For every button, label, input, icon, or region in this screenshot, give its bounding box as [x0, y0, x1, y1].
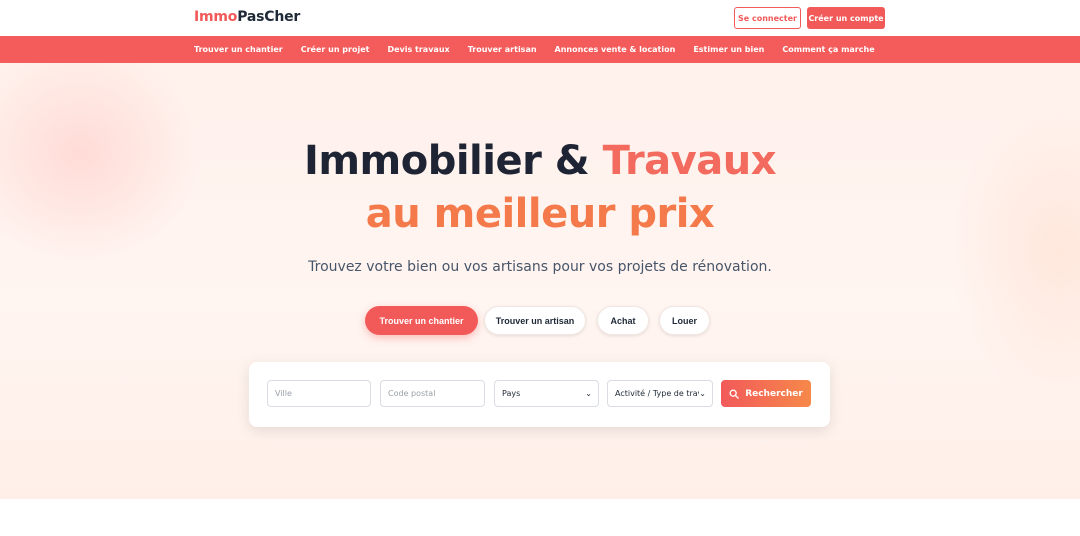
page-below-hero: [0, 499, 1080, 536]
tab-trouver-artisan[interactable]: Trouver un artisan: [484, 306, 586, 335]
nav-item-estimer-bien[interactable]: Estimer un bien: [693, 45, 764, 54]
nav-item-annonces[interactable]: Annonces vente & location: [555, 45, 676, 54]
tab-trouver-chantier[interactable]: Trouver un chantier: [365, 306, 478, 335]
main-nav: Trouver un chantier Créer un projet Devi…: [0, 36, 1080, 63]
hero-title-accent: Travaux: [602, 138, 777, 184]
city-input[interactable]: Ville: [267, 380, 371, 407]
activity-select[interactable]: Activité / Type de travaux ⌄: [607, 380, 713, 407]
logo[interactable]: ImmoPasCher: [194, 9, 300, 25]
hero-title-main: Immobilier &: [303, 138, 603, 184]
nav-item-creer-projet[interactable]: Créer un projet: [301, 45, 370, 54]
country-select[interactable]: Pays ⌄: [494, 380, 599, 407]
chevron-down-icon: ⌄: [585, 389, 592, 398]
search-button-label: Rechercher: [745, 388, 803, 399]
activity-select-value: Activité / Type de travaux: [615, 389, 699, 398]
logo-part-immo: Immo: [194, 9, 238, 25]
login-button[interactable]: Se connecter: [734, 7, 801, 29]
hero-subtitle: Trouvez votre bien ou vos artisans pour …: [308, 259, 772, 275]
country-select-value: Pays: [502, 389, 521, 398]
nav-item-trouver-chantier[interactable]: Trouver un chantier: [194, 45, 283, 54]
search-card: Ville Code postal Pays ⌄ Activité / Type…: [249, 362, 830, 427]
search-button[interactable]: Rechercher: [721, 380, 811, 407]
hero-title: Immobilier & Travaux: [0, 138, 1080, 184]
chevron-down-icon: ⌄: [699, 389, 706, 398]
nav-item-comment-ca-marche[interactable]: Comment ça marche: [782, 45, 874, 54]
logo-part-pascher: PasCher: [237, 9, 301, 25]
hero-title-line2: au meilleur prix: [365, 191, 715, 237]
nav-item-devis-travaux[interactable]: Devis travaux: [387, 45, 449, 54]
top-header: ImmoPasCher Se connecter Créer un compte: [0, 0, 1080, 36]
tab-louer[interactable]: Louer: [659, 306, 710, 335]
hero-section: [0, 63, 1080, 499]
nav-item-trouver-artisan[interactable]: Trouver artisan: [468, 45, 537, 54]
postal-code-input[interactable]: Code postal: [380, 380, 485, 407]
search-icon: [729, 389, 740, 399]
tab-achat[interactable]: Achat: [597, 306, 649, 335]
signup-button[interactable]: Créer un compte: [807, 7, 885, 29]
